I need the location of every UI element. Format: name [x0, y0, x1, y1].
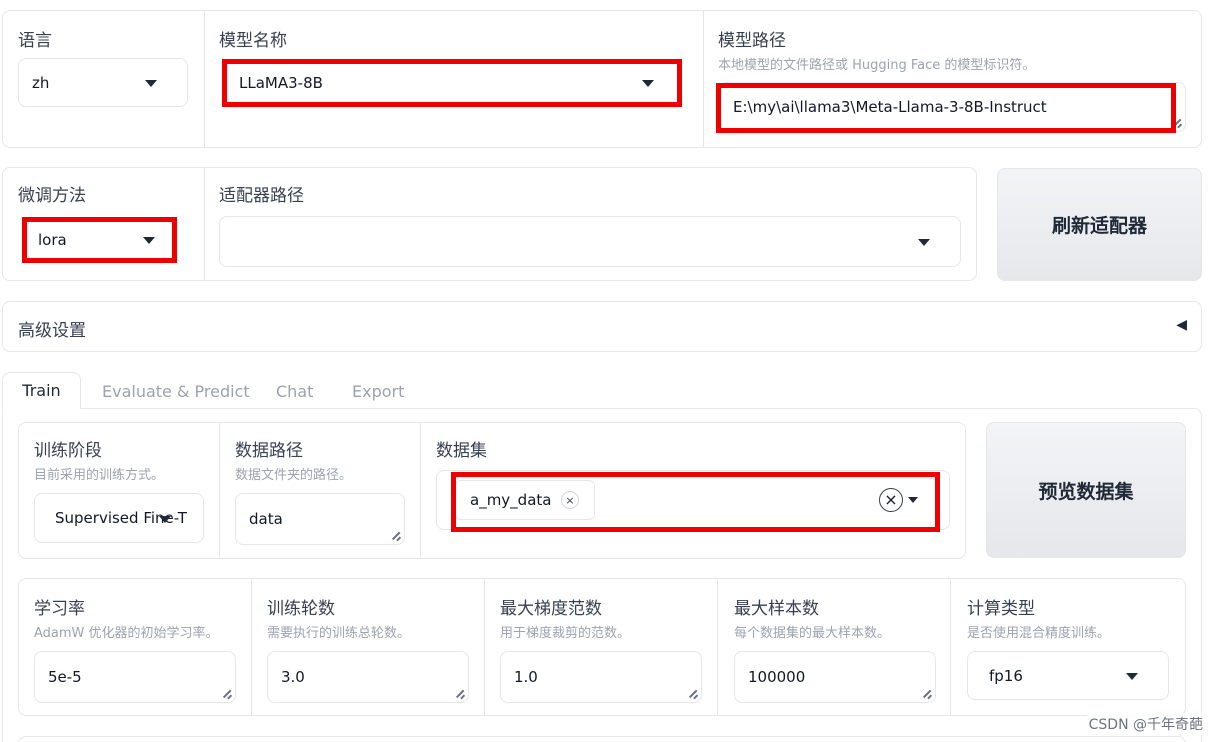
- preview-dataset-button[interactable]: 预览数据集: [986, 422, 1186, 558]
- resize-handle-icon[interactable]: [390, 530, 400, 540]
- resize-handle-icon[interactable]: [921, 688, 931, 698]
- max-grad-norm-value: 1.0: [514, 668, 538, 686]
- epochs-label: 训练轮数: [267, 599, 335, 619]
- adapter-path-dropdown[interactable]: [219, 216, 961, 267]
- compute-type-value: fp16: [989, 666, 1023, 685]
- chevron-down-icon[interactable]: [908, 497, 918, 503]
- language-dropdown[interactable]: zh: [18, 58, 188, 107]
- divider: [219, 423, 220, 558]
- epochs-info: 需要执行的训练总轮数。: [267, 626, 411, 641]
- learning-rate-info: AdamW 优化器的初始学习率。: [34, 626, 219, 641]
- divider: [950, 579, 951, 715]
- divider: [251, 579, 252, 715]
- max-samples-value: 100000: [748, 668, 806, 686]
- resize-handle-icon[interactable]: [454, 688, 464, 698]
- resize-handle-icon[interactable]: [687, 688, 697, 698]
- adapter-path-label: 适配器路径: [219, 186, 304, 206]
- model-path-label: 模型路径: [718, 31, 786, 51]
- dataset-label: 数据集: [436, 441, 487, 461]
- chevron-down-icon: [918, 239, 930, 246]
- refresh-adapter-button[interactable]: 刷新适配器: [997, 168, 1202, 281]
- dataset-dir-label: 数据路径: [235, 441, 303, 461]
- advanced-settings-label: 高级设置: [18, 321, 86, 341]
- tab-evaluate-predict[interactable]: Evaluate & Predict: [102, 382, 250, 401]
- dataset-dir-input[interactable]: data: [235, 493, 405, 545]
- epochs-value: 3.0: [281, 668, 305, 686]
- chevron-down-icon: [143, 237, 155, 244]
- model-path-value: E:\my\ai\llama3\Meta-Llama-3-8B-Instruct: [733, 98, 1047, 116]
- finetune-method-value: lora: [38, 231, 67, 249]
- compute-type-label: 计算类型: [967, 599, 1035, 619]
- tag-remove-icon[interactable]: ×: [561, 491, 579, 509]
- divider: [204, 11, 205, 147]
- max-samples-info: 每个数据集的最大样本数。: [734, 626, 891, 641]
- model-path-input[interactable]: E:\my\ai\llama3\Meta-Llama-3-8B-Instruct: [718, 82, 1186, 132]
- model-name-label: 模型名称: [219, 31, 287, 51]
- compute-type-info: 是否使用混合精度训练。: [967, 626, 1111, 641]
- collapse-toggle-icon[interactable]: ◀: [1176, 317, 1187, 333]
- model-name-dropdown[interactable]: LLaMA3-8B: [226, 62, 678, 104]
- tab-train-label: Train: [22, 381, 61, 400]
- max-grad-norm-input[interactable]: 1.0: [500, 651, 702, 703]
- chevron-down-icon: [642, 80, 654, 87]
- finetune-method-dropdown[interactable]: lora: [25, 220, 173, 260]
- resize-handle-icon[interactable]: [1171, 117, 1181, 127]
- language-label: 语言: [18, 31, 52, 51]
- max-samples-label: 最大样本数: [734, 599, 819, 619]
- training-stage-info: 目前采用的训练方式。: [34, 468, 165, 483]
- language-value: zh: [32, 73, 50, 92]
- divider: [703, 11, 704, 147]
- max-grad-norm-info: 用于梯度裁剪的范数。: [500, 626, 631, 641]
- tab-export[interactable]: Export: [352, 382, 404, 401]
- compute-type-dropdown[interactable]: fp16: [967, 651, 1169, 700]
- dataset-dir-value: data: [249, 510, 283, 528]
- resize-handle-icon[interactable]: [221, 688, 231, 698]
- chevron-down-icon: [159, 516, 171, 523]
- training-stage-label: 训练阶段: [34, 441, 102, 461]
- chevron-down-icon: [1126, 673, 1138, 680]
- learning-rate-label: 学习率: [34, 599, 85, 619]
- finetune-method-label: 微调方法: [18, 186, 86, 206]
- epochs-input[interactable]: 3.0: [267, 651, 469, 703]
- model-path-info: 本地模型的文件路径或 Hugging Face 的模型标识符。: [718, 58, 1036, 73]
- max-samples-input[interactable]: 100000: [734, 651, 936, 703]
- max-grad-norm-label: 最大梯度范数: [500, 599, 602, 619]
- divider: [420, 423, 421, 558]
- model-name-value: LLaMA3-8B: [239, 74, 323, 92]
- divider: [484, 579, 485, 715]
- csdn-watermark: CSDN @千年奇葩: [1086, 713, 1205, 735]
- divider: [717, 579, 718, 715]
- next-settings-row: [18, 736, 1186, 742]
- learning-rate-value: 5e-5: [48, 668, 82, 686]
- learning-rate-input[interactable]: 5e-5: [34, 651, 236, 703]
- clear-icon[interactable]: ×: [879, 488, 903, 512]
- advanced-settings-accordion[interactable]: 高级设置 ◀: [2, 301, 1202, 352]
- training-stage-dropdown[interactable]: Supervised Fine-T: [34, 493, 204, 543]
- chevron-down-icon: [145, 80, 157, 87]
- dataset-tag-label: a_my_data: [470, 491, 552, 509]
- tab-train[interactable]: Train: [2, 372, 81, 409]
- dataset-dir-info: 数据文件夹的路径。: [235, 468, 353, 483]
- tab-chat[interactable]: Chat: [276, 382, 313, 401]
- divider: [204, 168, 205, 280]
